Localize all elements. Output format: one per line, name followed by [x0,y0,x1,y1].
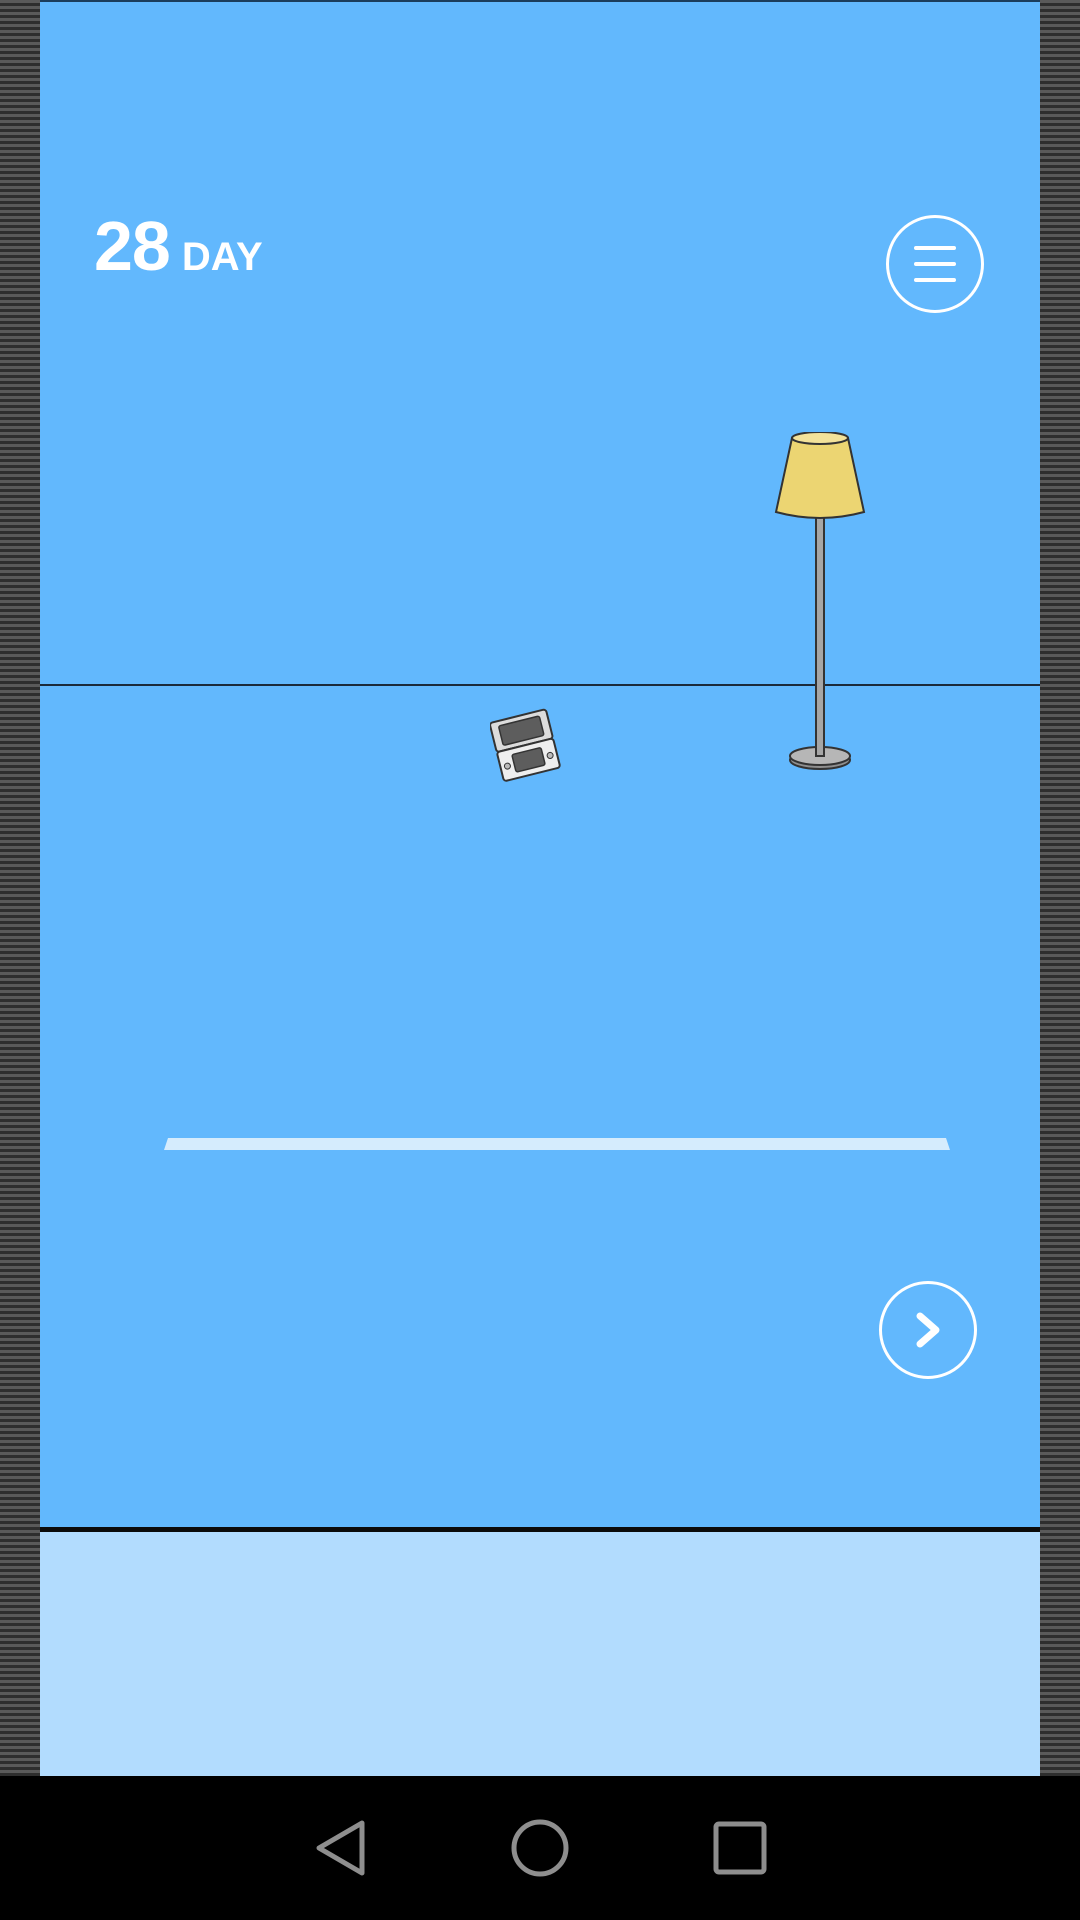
lamp-pole [815,511,825,757]
left-stripe-border [0,0,40,1776]
floor-lamp[interactable] [772,432,872,777]
game-scene[interactable]: 28 DAY [40,0,1040,1527]
day-number: 28 [94,207,171,285]
top-edge-line [40,0,1040,2]
system-navigation-bar [0,1776,1080,1920]
right-stripe-border [1040,0,1080,1776]
day-label: DAY [181,235,263,279]
chevron-right-icon [916,1312,940,1348]
day-counter: 28 DAY [94,206,263,286]
circle-home-icon [511,1819,569,1877]
nav-home-button[interactable] [500,1808,580,1888]
triangle-back-icon [316,1820,365,1876]
handheld-console[interactable] [490,708,570,782]
menu-button[interactable] [886,215,984,313]
next-button[interactable] [879,1281,977,1379]
hamburger-icon [914,246,956,282]
nav-recents-button[interactable] [700,1808,780,1888]
lamp-shade [774,437,866,519]
wall-shelf [164,1138,950,1150]
wall-floor-line [40,684,1040,686]
nav-back-button[interactable] [300,1808,380,1888]
inventory-panel[interactable] [40,1532,1040,1776]
square-recents-icon [713,1821,767,1875]
